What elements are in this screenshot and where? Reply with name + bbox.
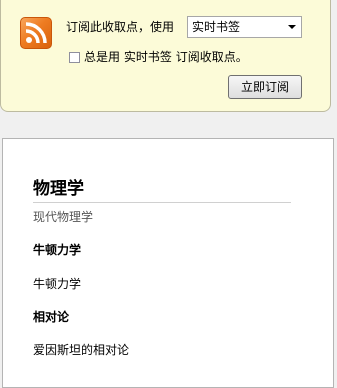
subscribe-label: 订阅此收取点，使用 [66, 20, 175, 34]
always-use-checkbox[interactable] [69, 52, 80, 63]
feed-content: 物理学 现代物理学 牛顿力学 牛顿力学 相对论 爱因斯坦的相对论 [2, 138, 334, 388]
entry-body: 牛顿力学 [33, 277, 82, 291]
subscribe-panel: 订阅此收取点，使用 实时书签 总是用 实时书签 订阅收取点。 立即订阅 [0, 0, 331, 112]
rss-feed-icon [20, 17, 52, 49]
reader-select[interactable]: 实时书签 [187, 16, 302, 38]
feed-subtitle: 现代物理学 [33, 210, 94, 224]
always-use-prefix: 总是用 [84, 50, 121, 64]
always-use-suffix: 订阅收取点。 [175, 50, 248, 64]
feed-title: 物理学 [33, 177, 291, 203]
always-use-row: 总是用 实时书签 订阅收取点。 [69, 49, 248, 65]
subscribe-now-button[interactable]: 立即订阅 [228, 75, 302, 99]
entry-title-link[interactable]: 牛顿力学 [33, 242, 81, 258]
reader-select-value: 实时书签 [192, 20, 241, 34]
always-use-reader: 实时书签 [123, 50, 172, 64]
entry-body: 爱因斯坦的相对论 [33, 343, 130, 357]
entry-title-link[interactable]: 相对论 [33, 309, 69, 325]
chevron-down-icon [288, 25, 296, 29]
